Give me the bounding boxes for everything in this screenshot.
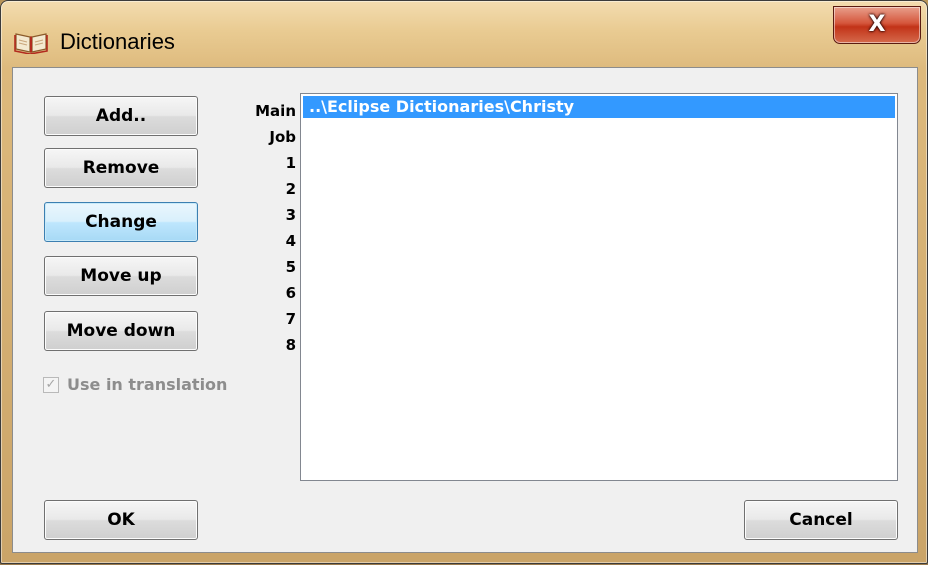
close-button[interactable]: X [833, 6, 921, 44]
use-in-translation-row: ✓ Use in translation [43, 375, 227, 394]
use-in-translation-label: Use in translation [67, 375, 228, 394]
slot-label-8: 8 [285, 336, 296, 354]
use-in-translation-checkbox[interactable]: ✓ [43, 376, 59, 393]
change-button[interactable]: Change [44, 202, 198, 242]
dictionary-listbox[interactable]: ..\Eclipse Dictionaries\Christy [300, 93, 898, 481]
dialog-client-area: Add.. Remove Change Move up Move down ✓ … [12, 67, 918, 553]
slot-label-4: 4 [285, 232, 296, 250]
slot-label-2: 2 [285, 180, 296, 198]
remove-button[interactable]: Remove [44, 148, 198, 188]
move-up-button[interactable]: Move up [44, 256, 198, 296]
slot-label-1: 1 [285, 154, 296, 172]
slot-label-5: 5 [285, 258, 296, 276]
dictionaries-dialog: Dictionaries X Add.. Remove Change Move … [0, 0, 928, 564]
open-book-icon [14, 30, 48, 55]
checkmark-icon: ✓ [45, 376, 57, 392]
slot-label-main: Main [255, 102, 296, 120]
dictionary-slot-labels: Main Job 1 2 3 4 5 6 7 8 [218, 98, 296, 358]
slot-label-7: 7 [285, 310, 296, 328]
slot-label-3: 3 [285, 206, 296, 224]
slot-label-6: 6 [285, 284, 296, 302]
title-bar[interactable]: Dictionaries X [1, 1, 927, 67]
cancel-button[interactable]: Cancel [744, 500, 898, 540]
ok-button[interactable]: OK [44, 500, 198, 540]
move-down-button[interactable]: Move down [44, 311, 198, 351]
close-icon: X [868, 12, 886, 37]
list-item[interactable]: ..\Eclipse Dictionaries\Christy [303, 96, 895, 118]
add-button[interactable]: Add.. [44, 96, 198, 136]
slot-label-job: Job [269, 128, 296, 146]
window-title: Dictionaries [60, 29, 175, 54]
